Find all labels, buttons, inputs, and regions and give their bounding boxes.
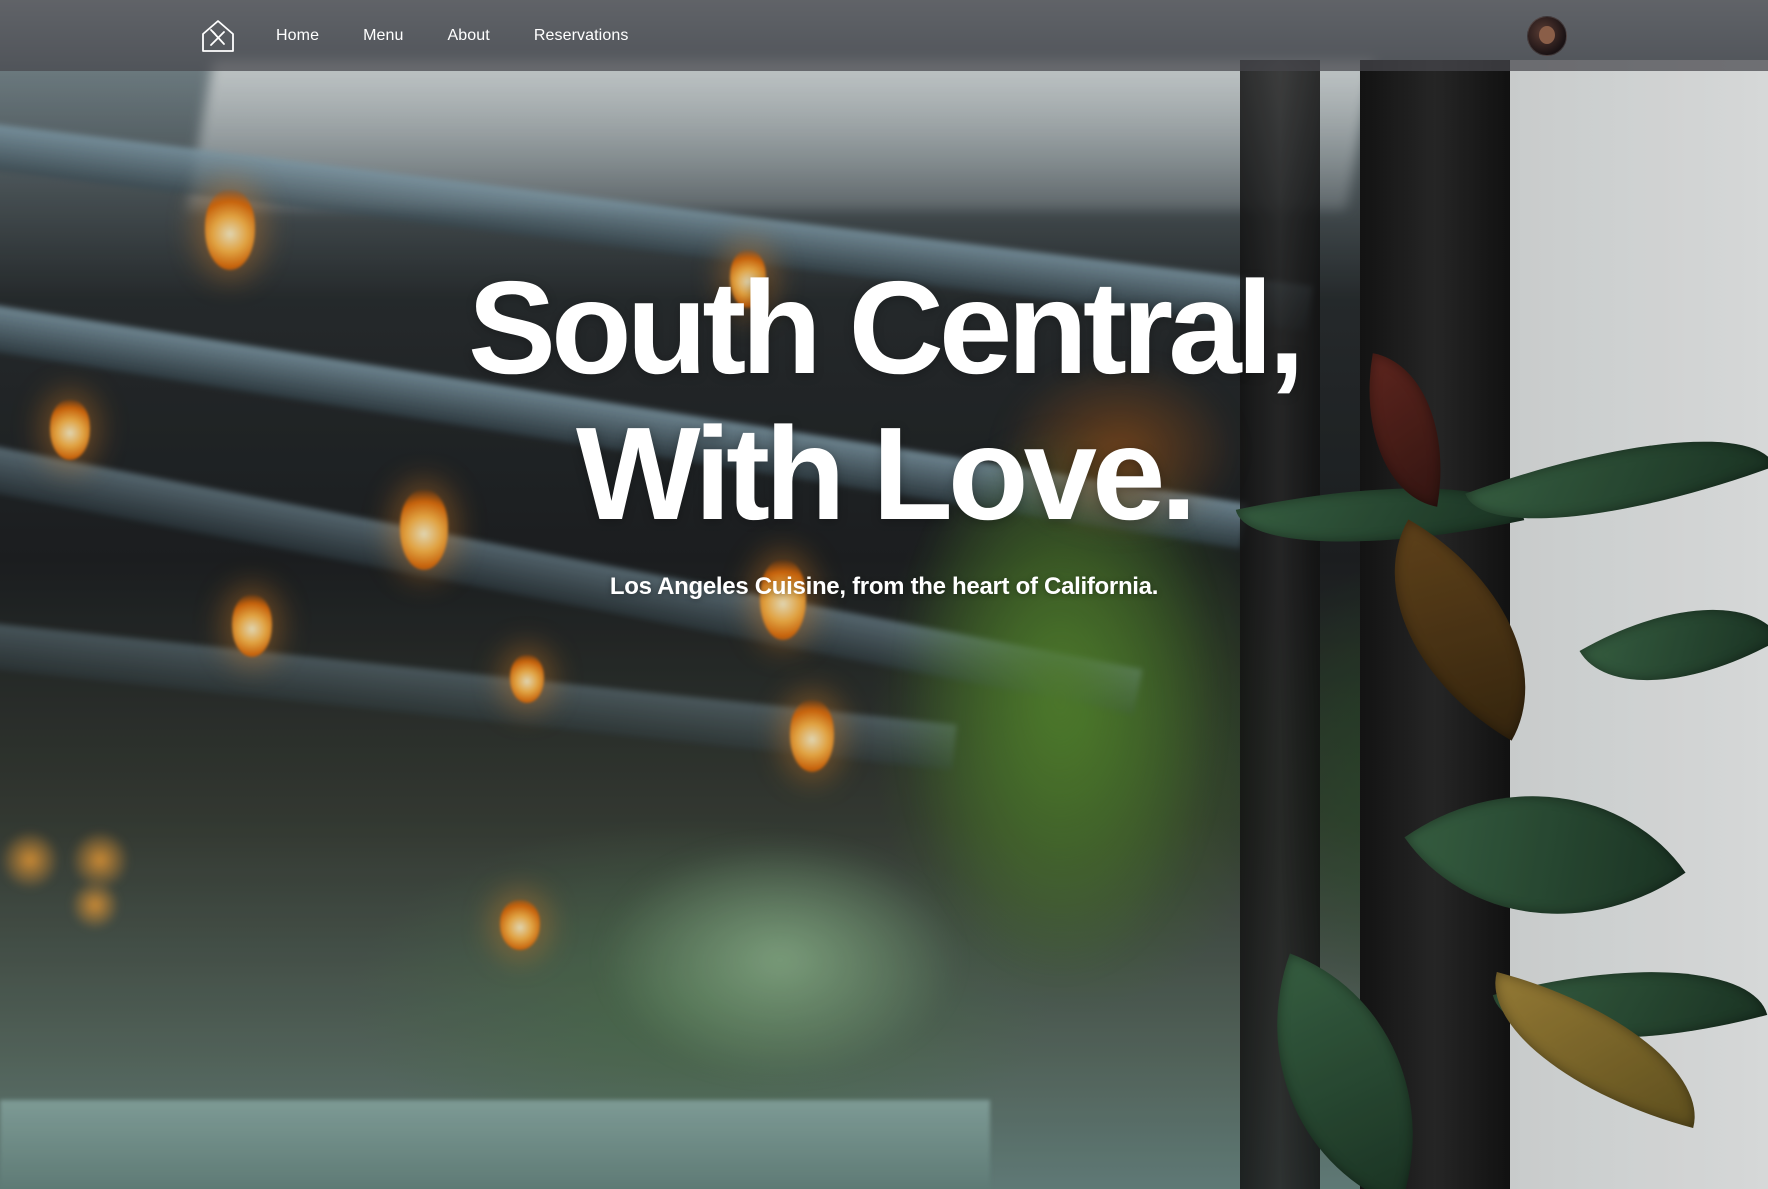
- hero-text-block: South Central, With Love. Los Angeles Cu…: [0, 255, 1768, 601]
- hero-headline-line2: With Love.: [575, 400, 1197, 547]
- nav-link-home[interactable]: Home: [276, 27, 319, 45]
- hero-section: Home Menu About Reservations South Centr…: [0, 0, 1768, 1189]
- nav-links: Home Menu About Reservations: [276, 0, 672, 71]
- nav-link-about[interactable]: About: [448, 27, 490, 45]
- hero-tagline: Los Angeles Cuisine, from the heart of C…: [609, 573, 1159, 600]
- avatar-face: [1539, 26, 1555, 44]
- restaurant-house-utensils-icon[interactable]: [200, 18, 236, 54]
- nav-link-reservations[interactable]: Reservations: [534, 27, 629, 45]
- hero-headline-line1: South Central,: [467, 254, 1305, 401]
- user-avatar[interactable]: [1527, 16, 1567, 56]
- top-nav-bar: Home Menu About Reservations: [0, 0, 1768, 71]
- nav-link-menu[interactable]: Menu: [363, 27, 403, 45]
- hero-headline: South Central, With Love.: [0, 255, 1768, 547]
